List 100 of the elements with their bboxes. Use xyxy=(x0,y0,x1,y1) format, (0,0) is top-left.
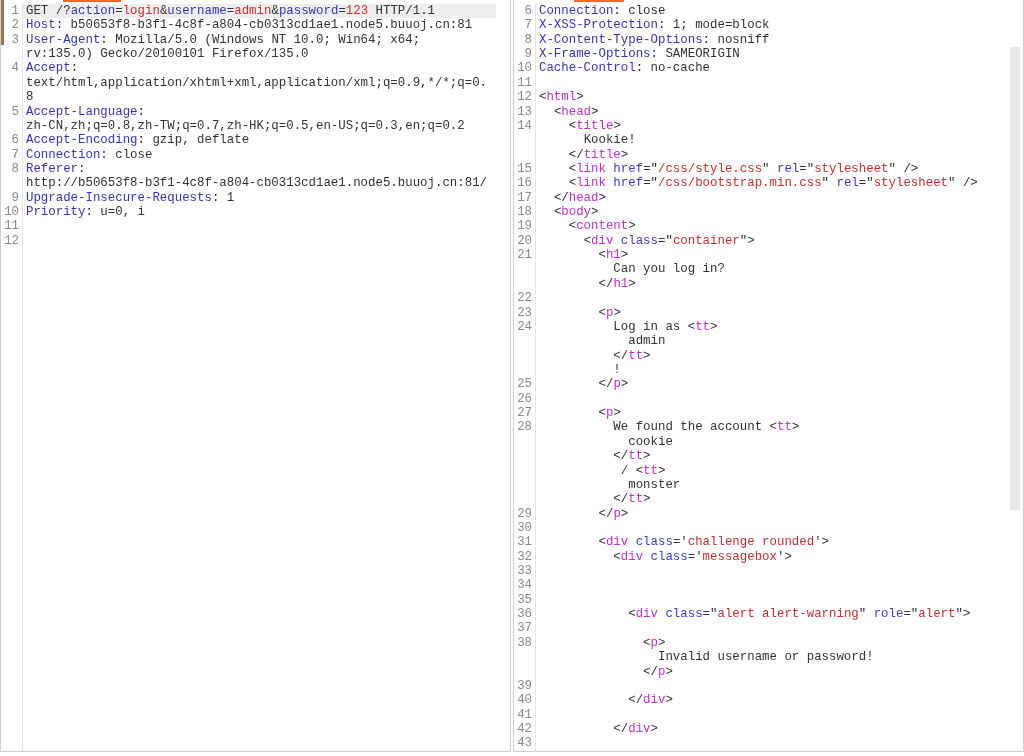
tab-indicator xyxy=(574,0,624,2)
code-line: </p> xyxy=(643,664,673,679)
code-line: rv:135.0) Gecko/20100101 Firefox/135.0 xyxy=(26,47,309,62)
code-line: <div class="alert alert-warning" role="alert"> xyxy=(628,607,971,622)
code-line: <body> xyxy=(553,205,599,220)
code-line: cookie xyxy=(628,434,673,449)
line-number: 8 xyxy=(11,161,19,176)
line-number: 13 xyxy=(517,104,532,119)
code-line: <p> xyxy=(598,406,621,421)
code-line: <p> xyxy=(643,635,666,650)
line-number: 12 xyxy=(4,233,19,248)
line-number: 6 xyxy=(11,133,19,148)
line-number: 3 xyxy=(11,32,19,47)
line-number: 35 xyxy=(517,592,532,607)
code-line: Connection: close xyxy=(26,147,153,162)
line-number: 43 xyxy=(517,736,532,751)
line-number: 33 xyxy=(517,564,532,578)
line-number: 10 xyxy=(517,61,532,76)
line-number: 1 xyxy=(11,4,19,18)
line-number: 19 xyxy=(517,219,532,234)
code-line: </head> xyxy=(553,190,606,205)
line-number: 5 xyxy=(11,104,19,119)
line-number: 24 xyxy=(517,319,532,334)
line-number: 10 xyxy=(4,205,19,220)
line-number: 4 xyxy=(11,61,19,76)
line-number: 9 xyxy=(11,190,19,205)
line-number: 25 xyxy=(517,377,532,392)
line-number: 28 xyxy=(517,420,532,435)
line-number: 11 xyxy=(517,75,532,90)
code-line: monster xyxy=(628,477,681,492)
line-number: 8 xyxy=(524,32,532,47)
code-line: Priority: u=0, i xyxy=(26,205,145,220)
line-number: 23 xyxy=(517,305,532,320)
code-line: Upgrade-Insecure-Requests: 1 xyxy=(26,190,235,205)
line-number: 40 xyxy=(517,693,532,708)
code-line: Can you log in? xyxy=(613,262,725,277)
code-line: </title> xyxy=(568,147,629,162)
code-line: </tt> xyxy=(613,492,651,507)
code-line: Accept-Encoding: gzip, deflate xyxy=(26,133,250,148)
code-line: <div class='messagebox'> xyxy=(613,549,792,564)
line-number: 36 xyxy=(517,607,532,622)
code-line: GET /?action=login&username=admin&password=123 HTTP/1.1 xyxy=(26,4,436,18)
line-number: 31 xyxy=(517,535,532,550)
code-line: text/html,application/xhtml+xml,application/xml;q=0.9,*/*;q=0. xyxy=(26,75,487,90)
code-line: admin xyxy=(628,334,666,349)
line-number: 26 xyxy=(517,391,532,406)
line-number: 18 xyxy=(517,205,532,220)
code-line: <link href="/css/bootstrap.min.css" rel="stylesheet" /> xyxy=(568,176,978,191)
code-line: Invalid username or password! xyxy=(658,650,874,665)
line-number: 12 xyxy=(517,90,532,105)
code-line: Accept-Language: xyxy=(26,104,145,119)
code-line: <content> xyxy=(568,219,636,234)
line-number: 39 xyxy=(517,678,532,693)
code-line: </tt> xyxy=(613,348,651,363)
line-number: 34 xyxy=(517,578,532,593)
line-number: 17 xyxy=(517,190,532,205)
code-line: Cache-Control: no-cache xyxy=(539,61,711,76)
code-line: Kookie! xyxy=(583,133,636,148)
line-number: 14 xyxy=(517,118,532,133)
response-editor[interactable] xyxy=(513,0,1024,752)
code-line: ! xyxy=(613,363,621,377)
code-line: </div> xyxy=(613,721,658,736)
code-line: We found the account <tt> xyxy=(613,420,800,435)
line-number: 2 xyxy=(11,18,19,33)
line-number: 21 xyxy=(517,248,532,263)
code-line: </h1> xyxy=(598,276,636,291)
line-number: 42 xyxy=(517,721,532,736)
line-number: 22 xyxy=(517,291,532,306)
line-number: 15 xyxy=(517,161,532,176)
code-line: Connection: close xyxy=(539,4,666,18)
code-line: http://b50653f8-b3f1-4c8f-a804-cb0313cd1ae1.node5.buuoj.cn:81/ xyxy=(26,176,487,191)
line-number: 41 xyxy=(517,707,532,722)
line-number: 30 xyxy=(517,520,532,535)
code-line: <div class="container"> xyxy=(583,233,755,248)
code-line: Log in as <tt> xyxy=(613,319,718,334)
line-number: 32 xyxy=(517,549,532,564)
line-number: 20 xyxy=(517,233,532,248)
line-number: 6 xyxy=(524,4,532,18)
code-line: 8 xyxy=(26,90,34,105)
code-line: Referer: xyxy=(26,161,86,176)
line-number: 16 xyxy=(517,176,532,191)
code-line: X-Content-Type-Options: nosniff xyxy=(539,32,770,47)
line-number: 37 xyxy=(517,621,532,636)
code-line: <head> xyxy=(553,104,599,119)
code-line: X-Frame-Options: SAMEORIGIN xyxy=(539,47,740,62)
line-number: 9 xyxy=(524,47,532,62)
code-line: <title> xyxy=(568,118,621,133)
code-line: zh-CN,zh;q=0.8,zh-TW;q=0.7,zh-HK;q=0.5,en-US;q=0.3,en;q=0.2 xyxy=(26,118,465,133)
code-line: </p> xyxy=(598,506,629,521)
code-line: X-XSS-Protection: 1; mode=block xyxy=(539,18,770,33)
code-line: <link href="/css/style.css" rel="stylesheet" /> xyxy=(568,161,919,176)
line-number: 27 xyxy=(517,406,532,421)
request-editor[interactable] xyxy=(0,0,511,752)
code-line: </div> xyxy=(628,693,673,708)
line-number: 7 xyxy=(524,18,532,33)
code-line: User-Agent: Mozilla/5.0 (Windows NT 10.0; Win64; x64; xyxy=(26,32,421,47)
code-line: </p> xyxy=(598,377,629,392)
code-line: <p> xyxy=(598,305,621,320)
tab-indicator xyxy=(63,0,121,2)
code-line: </tt> xyxy=(613,449,651,464)
